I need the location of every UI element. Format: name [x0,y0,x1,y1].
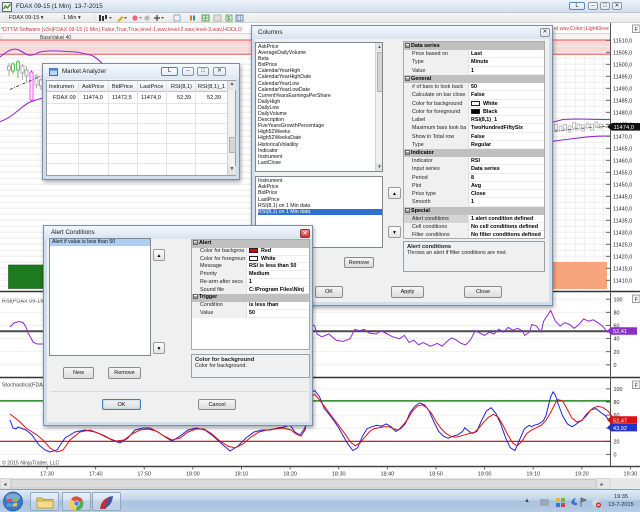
svg-text:19:00: 19:00 [478,471,492,477]
svg-text:11500,0: 11500,0 [613,62,632,68]
svg-text:52,47: 52,47 [613,418,627,424]
svg-text:11510,0: 11510,0 [613,38,632,44]
svg-text:11420,0: 11420,0 [613,254,632,260]
svg-text:11425,0: 11425,0 [613,242,632,248]
svg-text:17:30: 17:30 [40,471,54,477]
svg-text:11430,0: 11430,0 [613,230,632,236]
svg-text:▸: ▸ [601,482,604,488]
svg-text:17:40: 17:40 [89,471,103,477]
svg-text:11455,0: 11455,0 [613,170,632,176]
svg-text:11440,0: 11440,0 [613,206,632,212]
svg-text:43,92: 43,92 [613,426,627,432]
svg-text:11445,0: 11445,0 [613,194,632,200]
svg-text:40: 40 [614,337,620,343]
svg-text:18:50: 18:50 [429,471,443,477]
svg-text:19:30: 19:30 [624,471,638,477]
svg-text:11415,0: 11415,0 [613,266,632,272]
svg-text:18:20: 18:20 [283,471,297,477]
svg-text:18:40: 18:40 [380,471,394,477]
svg-text:80: 80 [614,400,620,406]
svg-text:11485,0: 11485,0 [613,98,632,104]
svg-text:11460,0: 11460,0 [613,158,632,164]
svg-text:*DTTM Software (v3x|FDAX 09-15: *DTTM Software (v3x|FDAX 09-15 (1 Min),F… [1,27,242,33]
svg-text:11450,0: 11450,0 [613,182,632,188]
svg-text:17:50: 17:50 [137,471,151,477]
svg-text:11490,0: 11490,0 [613,86,632,92]
svg-text:20: 20 [614,439,620,445]
svg-text:18:00: 18:00 [186,471,200,477]
svg-text:0: 0 [614,363,617,369]
svg-text:© 2015 NinjaTrader, LLC: © 2015 NinjaTrader, LLC [2,459,60,466]
svg-text:100: 100 [614,297,623,303]
svg-text:11474,0: 11474,0 [614,125,635,131]
svg-text:18:10: 18:10 [235,471,249,477]
svg-text:11470,0: 11470,0 [613,134,632,140]
svg-text:11435,0: 11435,0 [613,218,632,224]
svg-text:19:10: 19:10 [526,471,540,477]
svg-text:20: 20 [614,350,620,356]
svg-text:11505,0: 11505,0 [613,50,632,56]
svg-text:11465,0: 11465,0 [613,146,632,152]
svg-text:18:30: 18:30 [332,471,346,477]
svg-text:80: 80 [614,310,620,316]
svg-text:◂: ◂ [4,482,7,488]
svg-text:11495,0: 11495,0 [613,74,632,80]
svg-text:100: 100 [614,387,623,393]
svg-text:19:20: 19:20 [575,471,589,477]
svg-text:11410,0: 11410,0 [613,278,632,284]
svg-text:52,41: 52,41 [613,329,627,335]
svg-text:11480,0: 11480,0 [613,110,632,116]
svg-text:0: 0 [614,453,617,459]
svg-text:el.wav,Color;|LightGree: el.wav,Color;|LightGree [554,26,609,32]
